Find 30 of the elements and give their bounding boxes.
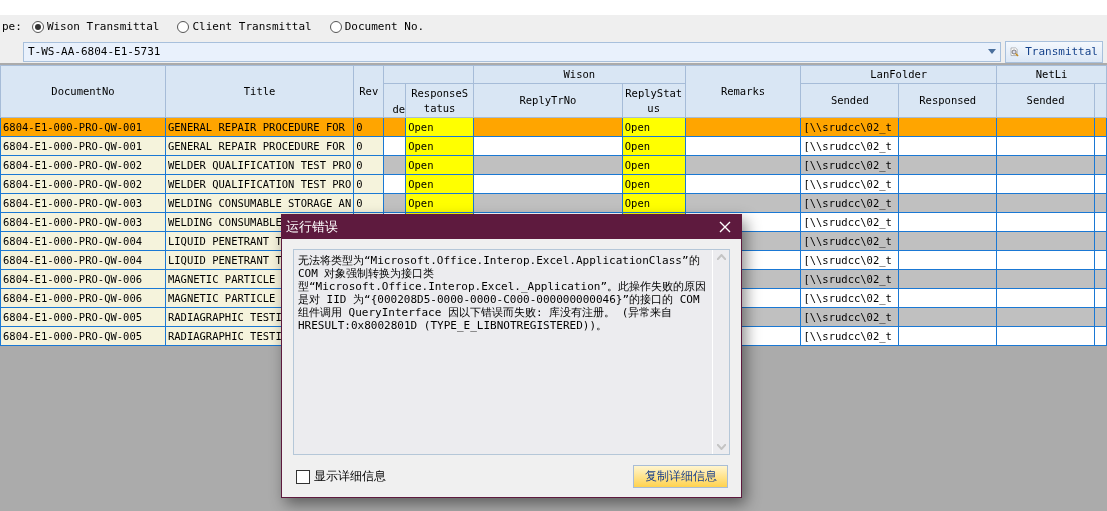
table-cell — [1094, 212, 1107, 232]
radio-button[interactable] — [177, 20, 190, 33]
column-header: Title — [165, 65, 354, 118]
group-header: Wison — [473, 65, 686, 84]
transmittal-button[interactable]: Transmittal — [1005, 40, 1103, 63]
radio-option[interactable]: Document No. — [329, 20, 425, 33]
transmittal-field[interactable]: T-WS-AA-6804-E1-5731 — [23, 41, 1001, 62]
group-header: LanFolder — [800, 65, 997, 84]
group-header: NetLi — [996, 65, 1107, 84]
table-cell — [1094, 250, 1107, 270]
column-header: Rev — [353, 65, 384, 118]
column-header: ReplyStatus — [622, 83, 686, 118]
close-icon — [719, 221, 731, 233]
table-cell — [1094, 288, 1107, 308]
dropdown-caret-icon[interactable] — [988, 49, 996, 54]
column-header: ReplyTrNo — [473, 83, 623, 118]
table-cell — [1094, 174, 1107, 194]
radio-button[interactable] — [31, 20, 44, 33]
radio-label: Document No. — [344, 20, 425, 33]
column-header: ResponseStatus — [405, 83, 474, 118]
copy-details-button[interactable]: 复制详细信息 — [633, 465, 728, 488]
filter-label: pe: — [2, 20, 22, 33]
column-header: Sended — [800, 83, 899, 118]
radio-button[interactable] — [329, 20, 342, 33]
column-header: Remarks — [685, 65, 801, 118]
column-header: Sended — [996, 83, 1095, 118]
table-cell — [1094, 136, 1107, 156]
details-checkbox[interactable]: 显示详细信息 — [296, 468, 386, 485]
column-header: DocumentNo — [0, 65, 166, 118]
column-header: Responsed — [898, 83, 997, 118]
